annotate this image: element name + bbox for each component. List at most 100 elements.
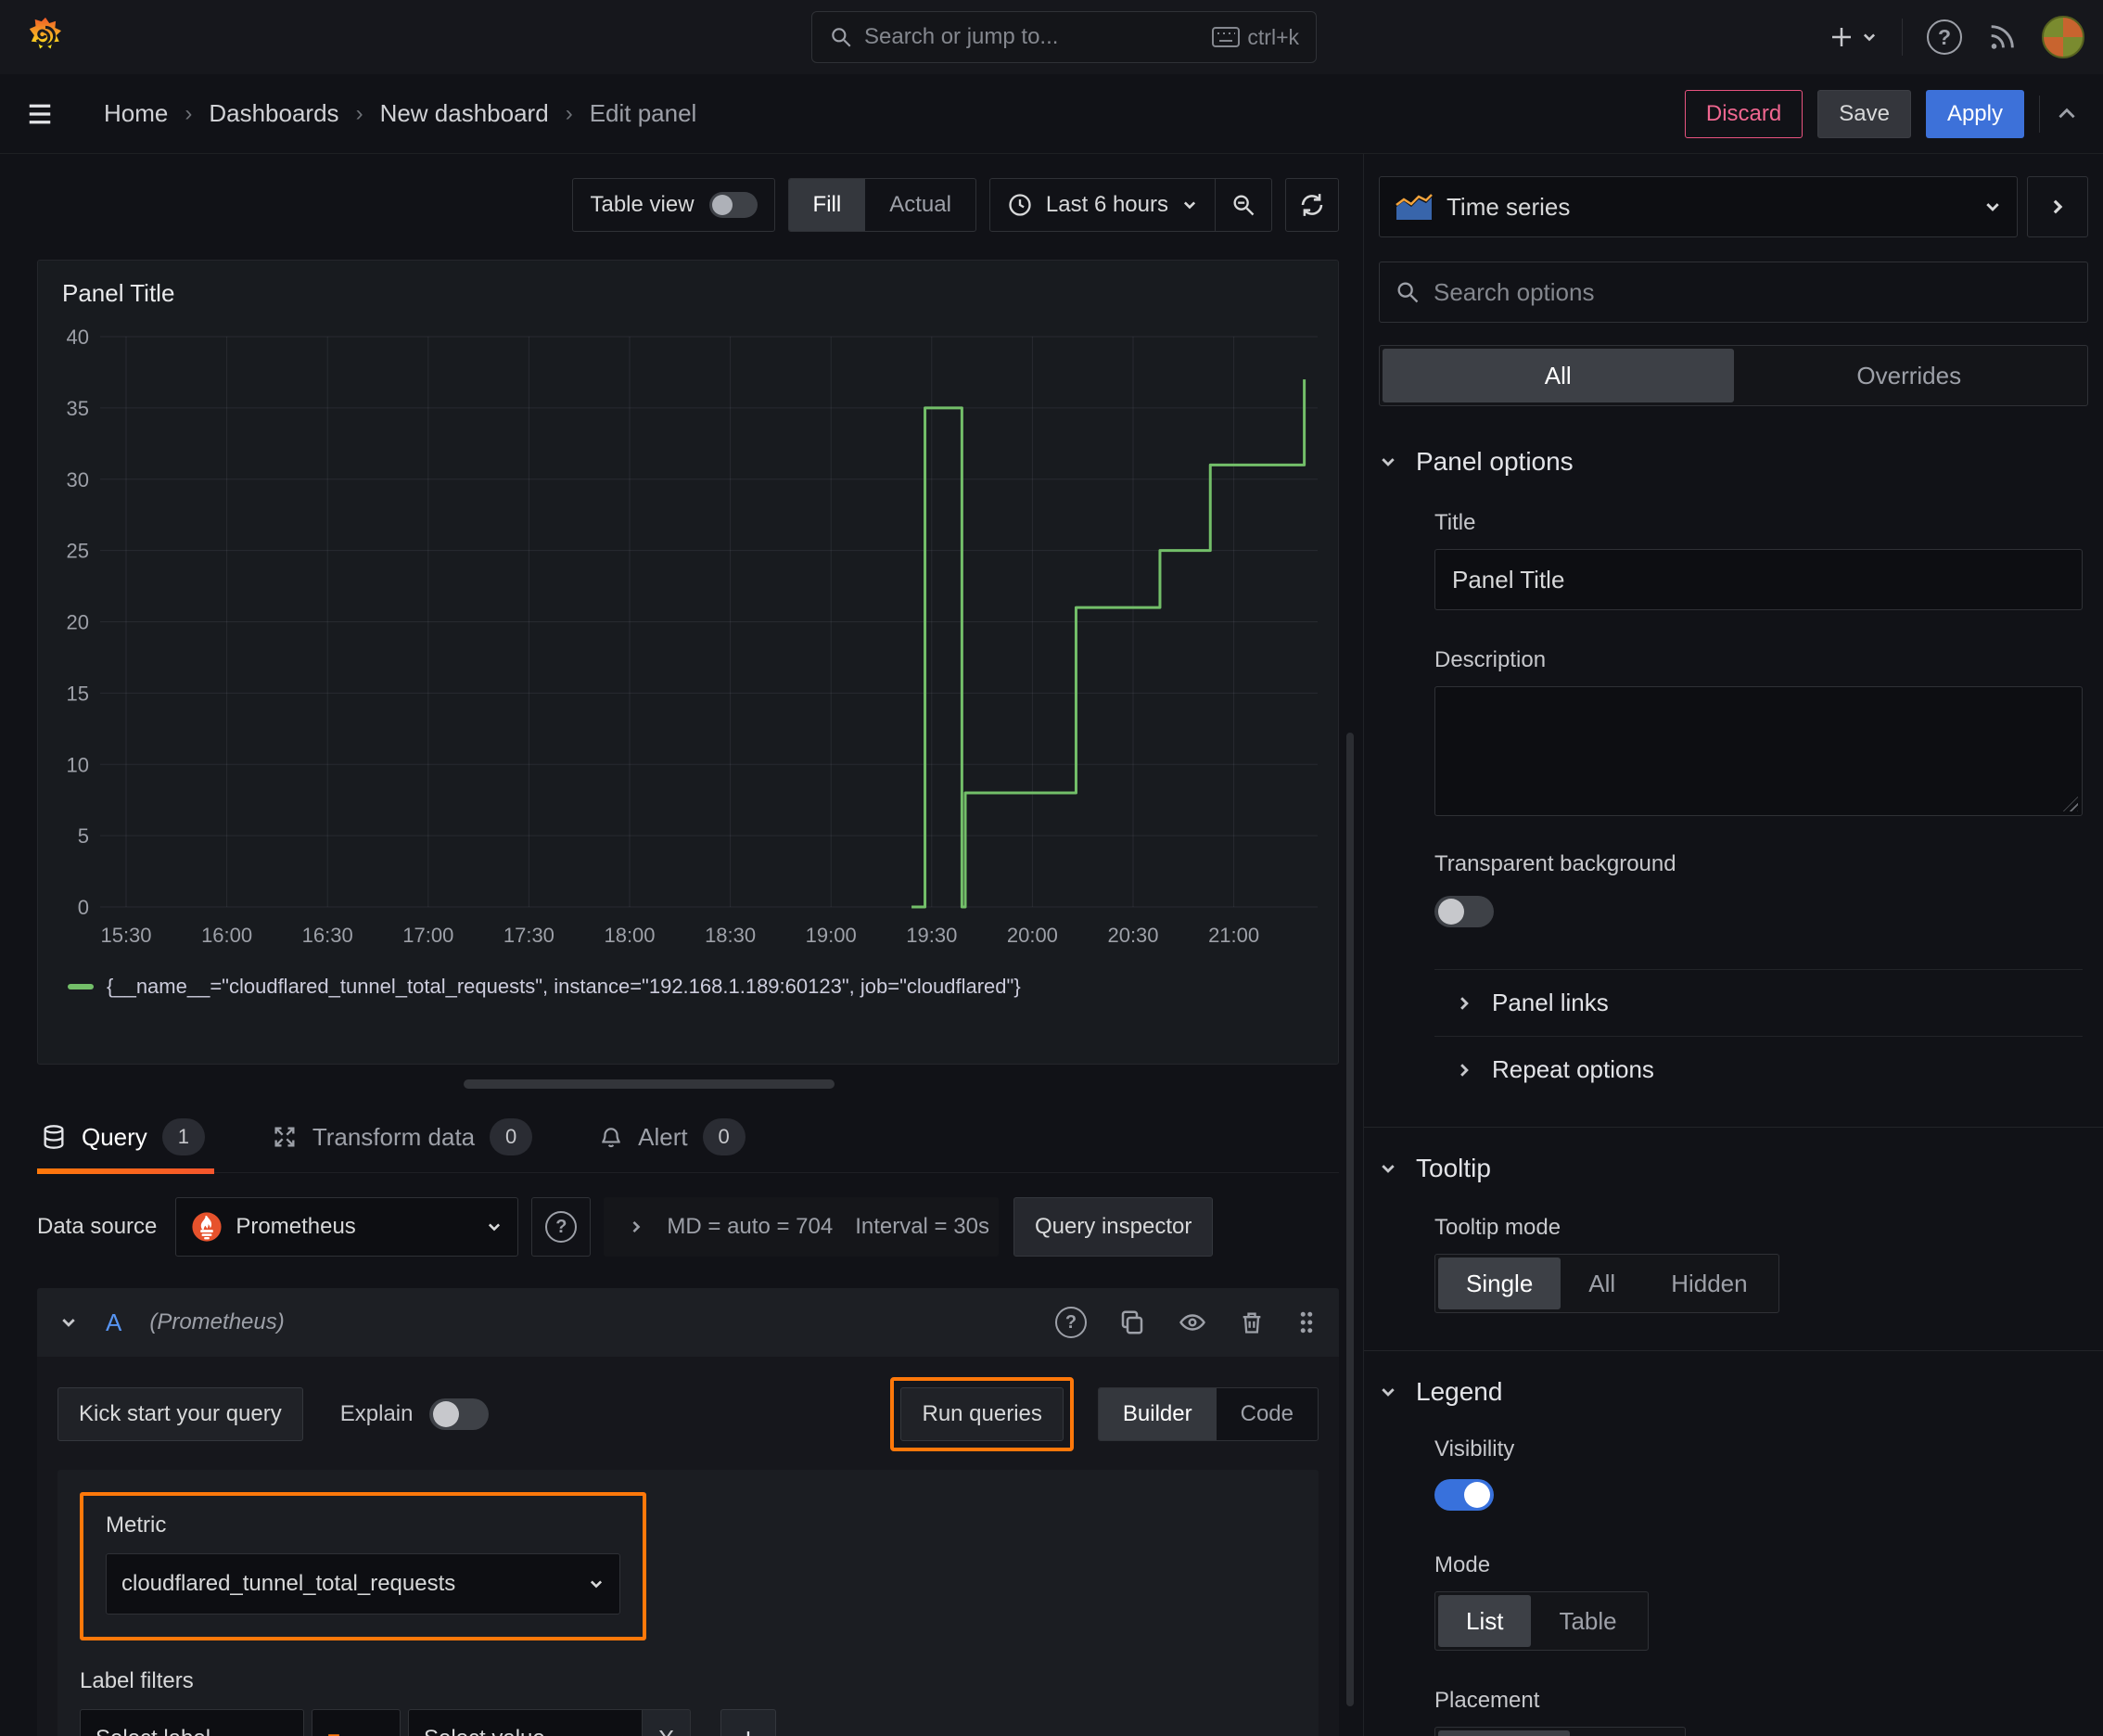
tab-all[interactable]: All bbox=[1383, 349, 1734, 402]
query-stats: MD = auto = 704 bbox=[667, 1214, 834, 1239]
resize-handle-icon[interactable] bbox=[2063, 797, 2078, 811]
actual-option[interactable]: Actual bbox=[865, 179, 975, 231]
breadcrumb-bar: Home › Dashboards › New dashboard › Edit… bbox=[0, 74, 2103, 154]
series-label[interactable]: {__name__="cloudflared_tunnel_total_requ… bbox=[107, 975, 1021, 999]
search-input[interactable] bbox=[864, 24, 1202, 50]
grafana-logo[interactable] bbox=[24, 15, 67, 59]
tab-transform-data[interactable]: Transform data 0 bbox=[268, 1105, 536, 1172]
panel-options-header[interactable]: Panel options bbox=[1379, 447, 2088, 477]
metric-highlight: Metric cloudflared_tunnel_total_requests bbox=[80, 1492, 646, 1640]
svg-text:18:00: 18:00 bbox=[604, 924, 655, 947]
description-label: Description bbox=[1434, 647, 1547, 672]
transparent-background-toggle[interactable] bbox=[1434, 896, 1494, 927]
query-options-row: MD = auto = 704 Interval = 30s bbox=[604, 1197, 999, 1257]
drag-handle-icon[interactable] bbox=[1296, 1308, 1317, 1336]
news-icon[interactable] bbox=[1986, 21, 2018, 53]
datasource-picker[interactable]: Prometheus bbox=[175, 1197, 519, 1257]
explain-toggle[interactable] bbox=[429, 1398, 490, 1430]
metric-value: cloudflared_tunnel_total_requests bbox=[121, 1571, 456, 1596]
run-queries-button[interactable]: Run queries bbox=[900, 1387, 1064, 1441]
legend-placement-label: Placement bbox=[1434, 1688, 1540, 1713]
user-avatar[interactable] bbox=[2042, 16, 2084, 58]
query-ref-id: A bbox=[106, 1308, 122, 1336]
collapse-header-icon[interactable] bbox=[2055, 102, 2079, 126]
new-dropdown[interactable] bbox=[1828, 23, 1878, 51]
tooltip-mode-switch: Single All Hidden bbox=[1434, 1254, 1779, 1313]
query-inspector-button[interactable]: Query inspector bbox=[1013, 1197, 1214, 1257]
placement-right-option[interactable]: Right bbox=[1570, 1730, 1682, 1736]
chevron-down-icon[interactable] bbox=[59, 1313, 78, 1332]
discard-button[interactable]: Discard bbox=[1684, 89, 1803, 138]
svg-text:21:00: 21:00 bbox=[1208, 924, 1259, 947]
options-search-input[interactable] bbox=[1434, 277, 2072, 307]
tooltip-all-option[interactable]: All bbox=[1561, 1257, 1643, 1309]
tooltip-header[interactable]: Tooltip bbox=[1379, 1154, 2088, 1183]
tab-overrides[interactable]: Overrides bbox=[1734, 349, 2085, 402]
add-filter-button[interactable]: + bbox=[720, 1709, 776, 1736]
transform-count-badge: 0 bbox=[490, 1118, 533, 1155]
refresh-button[interactable] bbox=[1285, 178, 1339, 232]
builder-option[interactable]: Builder bbox=[1098, 1388, 1217, 1440]
trash-icon[interactable] bbox=[1239, 1308, 1265, 1336]
apply-button[interactable]: Apply bbox=[1925, 89, 2024, 138]
zoom-out-button[interactable] bbox=[1215, 179, 1271, 231]
divider bbox=[2039, 95, 2040, 133]
save-button[interactable]: Save bbox=[1817, 89, 1911, 138]
select-label-dropdown[interactable]: Select label bbox=[80, 1709, 304, 1736]
chevron-right-icon[interactable] bbox=[628, 1219, 644, 1235]
chevron-down-icon bbox=[1382, 1388, 1395, 1397]
time-range-button[interactable]: Last 6 hours bbox=[990, 179, 1215, 231]
options-search[interactable] bbox=[1379, 262, 2088, 323]
svg-text:20:00: 20:00 bbox=[1007, 924, 1058, 947]
chart-legend[interactable]: {__name__="cloudflared_tunnel_total_requ… bbox=[38, 975, 1338, 999]
breadcrumb-dashboards[interactable]: Dashboards bbox=[209, 99, 338, 128]
query-card-header[interactable]: A (Prometheus) ? bbox=[37, 1288, 1339, 1357]
tooltip-single-option[interactable]: Single bbox=[1438, 1257, 1561, 1309]
placement-bottom-option[interactable]: Bottom bbox=[1438, 1730, 1571, 1736]
global-search[interactable]: ctrl+k bbox=[811, 11, 1317, 63]
tooltip-hidden-option[interactable]: Hidden bbox=[1643, 1257, 1775, 1309]
chevron-right-icon: › bbox=[355, 100, 363, 126]
svg-text:19:30: 19:30 bbox=[906, 924, 957, 947]
datasource-help-button[interactable]: ? bbox=[531, 1197, 592, 1257]
clock-icon bbox=[1009, 194, 1031, 216]
svg-text:25: 25 bbox=[67, 540, 89, 563]
select-value-dropdown[interactable]: Select value bbox=[408, 1709, 643, 1736]
query-actions: ? bbox=[1055, 1307, 1317, 1338]
tab-query[interactable]: Query 1 bbox=[37, 1105, 214, 1174]
shortcut-hint: ctrl+k bbox=[1212, 25, 1299, 50]
panel-links-section[interactable]: Panel links bbox=[1434, 969, 2083, 1036]
panel-title-input[interactable] bbox=[1434, 549, 2083, 610]
operator-dropdown[interactable]: = bbox=[312, 1709, 401, 1736]
legend-list-option[interactable]: List bbox=[1438, 1595, 1532, 1647]
svg-text:16:00: 16:00 bbox=[201, 924, 252, 947]
hide-response-icon[interactable] bbox=[1178, 1308, 1207, 1336]
help-icon[interactable]: ? bbox=[1927, 19, 1962, 55]
code-option[interactable]: Code bbox=[1217, 1388, 1318, 1440]
repeat-options-section[interactable]: Repeat options bbox=[1434, 1036, 2083, 1103]
breadcrumb-home[interactable]: Home bbox=[104, 99, 168, 128]
description-textarea[interactable] bbox=[1434, 686, 2083, 816]
tab-alert[interactable]: Alert 0 bbox=[595, 1105, 748, 1172]
duplicate-icon[interactable] bbox=[1118, 1308, 1146, 1336]
viz-suggestions-button[interactable] bbox=[2027, 176, 2088, 237]
search-icon bbox=[829, 25, 853, 49]
table-view-toggle[interactable] bbox=[708, 192, 758, 218]
breadcrumb-new-dashboard[interactable]: New dashboard bbox=[380, 99, 549, 128]
metric-select[interactable]: cloudflared_tunnel_total_requests bbox=[106, 1553, 620, 1615]
query-help-icon[interactable]: ? bbox=[1055, 1307, 1087, 1338]
remove-filter-button[interactable]: X bbox=[643, 1709, 691, 1736]
panel-preview[interactable]: Panel Title 0 5 10 15 20 25 30 35 40 15:30 16:00 16… bbox=[37, 260, 1339, 1065]
kick-start-button[interactable]: Kick start your query bbox=[57, 1387, 303, 1441]
svg-text:20: 20 bbox=[67, 611, 89, 634]
panel-resize-handle[interactable] bbox=[464, 1079, 835, 1089]
legend-table-option[interactable]: Table bbox=[1531, 1595, 1644, 1647]
main-scrollbar[interactable] bbox=[1346, 733, 1354, 1706]
menu-icon[interactable] bbox=[24, 100, 56, 128]
svg-text:20:30: 20:30 bbox=[1107, 924, 1158, 947]
fill-option[interactable]: Fill bbox=[788, 179, 866, 231]
legend-visibility-toggle[interactable] bbox=[1434, 1479, 1494, 1511]
svg-text:15:30: 15:30 bbox=[100, 924, 151, 947]
visualization-picker[interactable]: Time series bbox=[1379, 176, 2018, 237]
legend-header[interactable]: Legend bbox=[1379, 1377, 2088, 1407]
